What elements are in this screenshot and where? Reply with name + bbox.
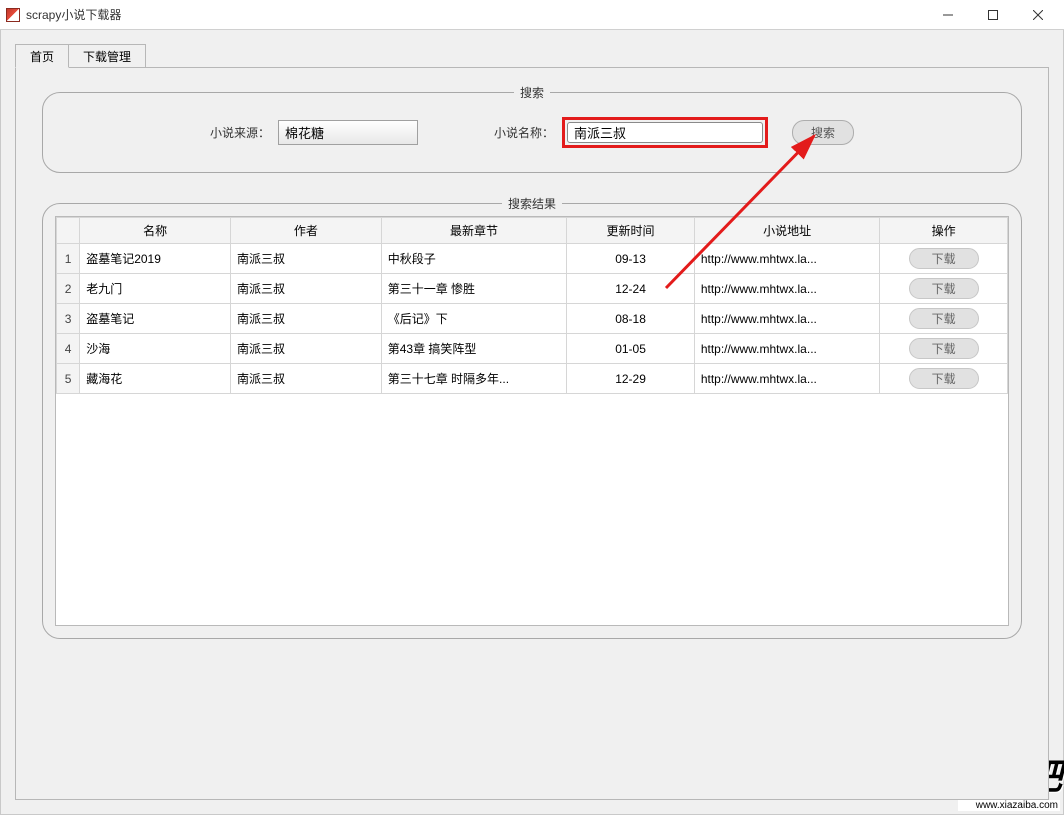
- results-group: 搜索结果 名称 作者 最新章节 更新时间 小说地址 操作: [42, 203, 1022, 639]
- header-chapter[interactable]: 最新章节: [381, 218, 567, 244]
- download-button[interactable]: 下载: [909, 368, 979, 389]
- cell-idx: 2: [57, 274, 80, 304]
- cell-time: 09-13: [567, 244, 695, 274]
- cell-idx: 4: [57, 334, 80, 364]
- cell-op: 下载: [880, 304, 1008, 334]
- cell-name: 老九门: [80, 274, 231, 304]
- tab-group: 首页 下载管理 搜索 小说来源： 棉花糖 小说名称：: [15, 44, 1049, 800]
- download-button[interactable]: 下载: [909, 248, 979, 269]
- maximize-button[interactable]: [970, 1, 1015, 29]
- cell-idx: 3: [57, 304, 80, 334]
- cell-time: 08-18: [567, 304, 695, 334]
- source-combo[interactable]: 棉花糖: [278, 120, 418, 145]
- cell-time: 12-29: [567, 364, 695, 394]
- cell-chapter: 第43章 搞笑阵型: [381, 334, 567, 364]
- search-group-title: 搜索: [514, 84, 550, 101]
- table-row[interactable]: 2老九门南派三叔第三十一章 惨胜12-24http://www.mhtwx.la…: [57, 274, 1008, 304]
- source-combo-value: 棉花糖: [285, 123, 324, 142]
- tab-home[interactable]: 首页: [15, 44, 69, 68]
- cell-idx: 5: [57, 364, 80, 394]
- header-author[interactable]: 作者: [230, 218, 381, 244]
- watermark-url: www.xiazaiba.com: [958, 800, 1060, 811]
- cell-chapter: 第三十一章 惨胜: [381, 274, 567, 304]
- cell-chapter: 中秋段子: [381, 244, 567, 274]
- cell-author: 南派三叔: [230, 334, 381, 364]
- cell-author: 南派三叔: [230, 364, 381, 394]
- header-name[interactable]: 名称: [80, 218, 231, 244]
- cell-op: 下载: [880, 244, 1008, 274]
- table-row[interactable]: 5藏海花南派三叔第三十七章 时隔多年...12-29http://www.mht…: [57, 364, 1008, 394]
- header-time[interactable]: 更新时间: [567, 218, 695, 244]
- download-button[interactable]: 下载: [909, 278, 979, 299]
- cell-url: http://www.mhtwx.la...: [694, 364, 880, 394]
- cell-url: http://www.mhtwx.la...: [694, 304, 880, 334]
- cell-chapter: 《后记》下: [381, 304, 567, 334]
- header-idx[interactable]: [57, 218, 80, 244]
- name-input-highlight: [562, 117, 768, 148]
- app-icon: [6, 8, 20, 22]
- tab-strip: 首页 下载管理: [15, 44, 1049, 68]
- download-button[interactable]: 下载: [909, 308, 979, 329]
- minimize-button[interactable]: [925, 1, 970, 29]
- table-row[interactable]: 3盗墓笔记南派三叔《后记》下08-18http://www.mhtwx.la..…: [57, 304, 1008, 334]
- cell-author: 南派三叔: [230, 304, 381, 334]
- window-controls: [925, 1, 1060, 29]
- header-op[interactable]: 操作: [880, 218, 1008, 244]
- name-input[interactable]: [567, 122, 763, 143]
- header-url[interactable]: 小说地址: [694, 218, 880, 244]
- cell-time: 01-05: [567, 334, 695, 364]
- tab-panel-home: 搜索 小说来源： 棉花糖 小说名称： 搜索: [15, 67, 1049, 800]
- cell-name: 盗墓笔记2019: [80, 244, 231, 274]
- close-button[interactable]: [1015, 1, 1060, 29]
- window-title: scrapy小说下载器: [26, 6, 121, 23]
- download-button[interactable]: 下载: [909, 338, 979, 359]
- cell-op: 下载: [880, 364, 1008, 394]
- cell-name: 沙海: [80, 334, 231, 364]
- cell-author: 南派三叔: [230, 274, 381, 304]
- client-area: 首页 下载管理 搜索 小说来源： 棉花糖 小说名称：: [0, 30, 1064, 815]
- search-row: 小说来源： 棉花糖 小说名称： 搜索: [73, 117, 991, 148]
- table-header-row: 名称 作者 最新章节 更新时间 小说地址 操作: [57, 218, 1008, 244]
- cell-op: 下载: [880, 334, 1008, 364]
- cell-url: http://www.mhtwx.la...: [694, 334, 880, 364]
- results-table-wrap[interactable]: 名称 作者 最新章节 更新时间 小说地址 操作 1盗墓笔记2019南派三叔中秋段…: [55, 216, 1009, 626]
- cell-idx: 1: [57, 244, 80, 274]
- results-table: 名称 作者 最新章节 更新时间 小说地址 操作 1盗墓笔记2019南派三叔中秋段…: [56, 217, 1008, 394]
- cell-chapter: 第三十七章 时隔多年...: [381, 364, 567, 394]
- cell-name: 藏海花: [80, 364, 231, 394]
- table-row[interactable]: 1盗墓笔记2019南派三叔中秋段子09-13http://www.mhtwx.l…: [57, 244, 1008, 274]
- cell-time: 12-24: [567, 274, 695, 304]
- cell-name: 盗墓笔记: [80, 304, 231, 334]
- cell-op: 下载: [880, 274, 1008, 304]
- tab-download-manager[interactable]: 下载管理: [68, 44, 146, 68]
- table-row[interactable]: 4沙海南派三叔第43章 搞笑阵型01-05http://www.mhtwx.la…: [57, 334, 1008, 364]
- search-group: 搜索 小说来源： 棉花糖 小说名称： 搜索: [42, 92, 1022, 173]
- cell-author: 南派三叔: [230, 244, 381, 274]
- cell-url: http://www.mhtwx.la...: [694, 274, 880, 304]
- cell-url: http://www.mhtwx.la...: [694, 244, 880, 274]
- titlebar: scrapy小说下载器: [0, 0, 1064, 30]
- results-group-title: 搜索结果: [502, 195, 562, 212]
- search-button[interactable]: 搜索: [792, 120, 854, 145]
- name-label: 小说名称：: [494, 124, 554, 141]
- source-label: 小说来源：: [210, 124, 270, 141]
